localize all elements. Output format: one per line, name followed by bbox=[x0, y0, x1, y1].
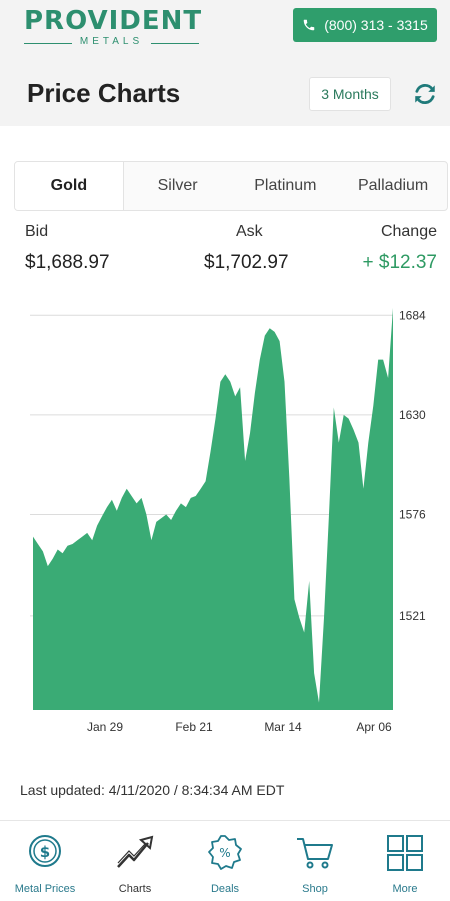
price-area bbox=[33, 307, 393, 710]
metal-tabs: Gold Silver Platinum Palladium bbox=[14, 161, 448, 211]
bottom-nav: $ Metal Prices Charts % Deals Shop More bbox=[0, 820, 450, 901]
tab-platinum[interactable]: Platinum bbox=[232, 162, 340, 210]
x-tick-label: Feb 21 bbox=[175, 720, 213, 734]
x-tick-label: Jan 29 bbox=[87, 720, 123, 734]
nav-label: Metal Prices bbox=[14, 883, 76, 895]
cart-icon bbox=[297, 838, 333, 869]
ask-value: $1,702.97 bbox=[204, 252, 289, 273]
y-tick-label: 1521 bbox=[399, 609, 426, 623]
provident-metals-logo[interactable]: PROVIDENT METALS bbox=[24, 6, 203, 50]
call-button[interactable]: (800) 313 - 3315 bbox=[293, 8, 437, 42]
nav-more[interactable]: More bbox=[360, 821, 450, 901]
nav-charts[interactable]: Charts bbox=[90, 821, 180, 901]
nav-label: Deals bbox=[210, 883, 240, 895]
trend-arrow-icon bbox=[117, 835, 154, 868]
bid-value: $1,688.97 bbox=[25, 252, 110, 273]
nav-metal-prices[interactable]: $ Metal Prices bbox=[0, 821, 90, 901]
dollar-coin-icon: $ bbox=[29, 835, 61, 867]
logo-wordmark: PROVIDENT bbox=[24, 6, 203, 36]
nav-deals[interactable]: % Deals bbox=[180, 821, 270, 901]
x-tick-label: Apr 06 bbox=[356, 720, 392, 734]
y-tick-label: 1684 bbox=[399, 308, 426, 322]
y-tick-label: 1576 bbox=[399, 507, 426, 521]
x-tick-label: Mar 14 bbox=[264, 720, 302, 734]
svg-text:$: $ bbox=[40, 843, 50, 861]
grid-icon bbox=[387, 835, 423, 871]
page-title: Price Charts bbox=[27, 78, 181, 108]
last-updated-text: Last updated: 4/11/2020 / 8:34:34 AM EDT bbox=[20, 782, 285, 798]
y-tick-label: 1630 bbox=[399, 408, 426, 422]
tab-silver[interactable]: Silver bbox=[124, 162, 232, 210]
price-chart[interactable]: 1684 1630 1576 1521 Jan 29 Feb 21 Mar 14 Apr 06 bbox=[0, 295, 450, 745]
logo-subtitle: METALS bbox=[79, 36, 144, 47]
nav-shop[interactable]: Shop bbox=[270, 821, 360, 901]
phone-icon bbox=[303, 19, 315, 31]
nav-label: Charts bbox=[118, 883, 152, 895]
change-label: Change bbox=[380, 223, 437, 240]
percent-badge-icon: % bbox=[208, 835, 242, 870]
app-header: PROVIDENT METALS (800) 313 - 3315 Price … bbox=[0, 0, 450, 126]
logo-sub-row: METALS bbox=[24, 36, 199, 50]
bid-label: Bid bbox=[25, 223, 49, 240]
phone-number: (800) 313 - 3315 bbox=[324, 17, 428, 33]
nav-label: Shop bbox=[302, 883, 328, 895]
change-value: + $12.37 bbox=[362, 252, 438, 273]
nav-label: More bbox=[392, 883, 418, 895]
ask-label: Ask bbox=[236, 223, 263, 240]
tab-gold[interactable]: Gold bbox=[15, 162, 124, 210]
range-selector-button[interactable]: 3 Months bbox=[309, 77, 391, 111]
tab-palladium[interactable]: Palladium bbox=[339, 162, 447, 210]
refresh-icon[interactable] bbox=[412, 81, 438, 107]
svg-text:%: % bbox=[219, 846, 230, 860]
